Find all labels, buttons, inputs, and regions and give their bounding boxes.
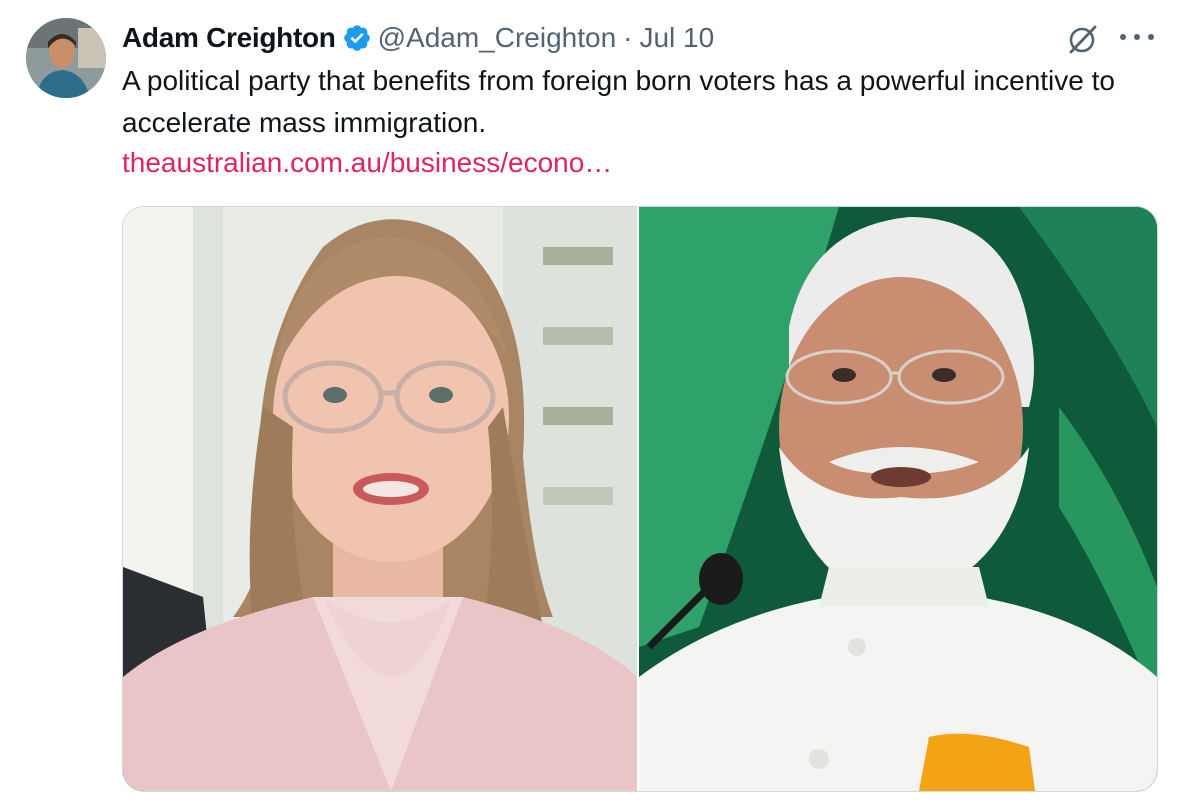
media-photo-right[interactable] — [639, 207, 1157, 791]
separator-dot: · — [623, 22, 633, 53]
verified-badge-icon — [343, 25, 370, 51]
tweet-media[interactable] — [122, 206, 1158, 792]
more-dot — [1134, 34, 1140, 40]
tweet-header: Adam Creighton @Adam_Creighton · Jul 10 — [122, 16, 714, 60]
article-link[interactable]: theaustralian.com.au/business/econo… — [122, 142, 612, 184]
photo-woman — [123, 207, 637, 791]
more-options-icon[interactable] — [1120, 34, 1154, 44]
author-avatar[interactable] — [26, 18, 106, 98]
author-name[interactable]: Adam Creighton — [122, 22, 336, 54]
tweet-date[interactable]: Jul 10 — [639, 22, 714, 54]
photo-man — [639, 207, 1157, 791]
avatar-image — [26, 18, 106, 98]
more-dot — [1148, 34, 1154, 40]
grok-icon[interactable] — [1066, 22, 1100, 56]
media-photo-left[interactable] — [123, 207, 637, 791]
tweet-text: A political party that benefits from for… — [122, 65, 1115, 138]
author-handle[interactable]: @Adam_Creighton — [378, 22, 617, 54]
more-dot — [1120, 34, 1126, 40]
